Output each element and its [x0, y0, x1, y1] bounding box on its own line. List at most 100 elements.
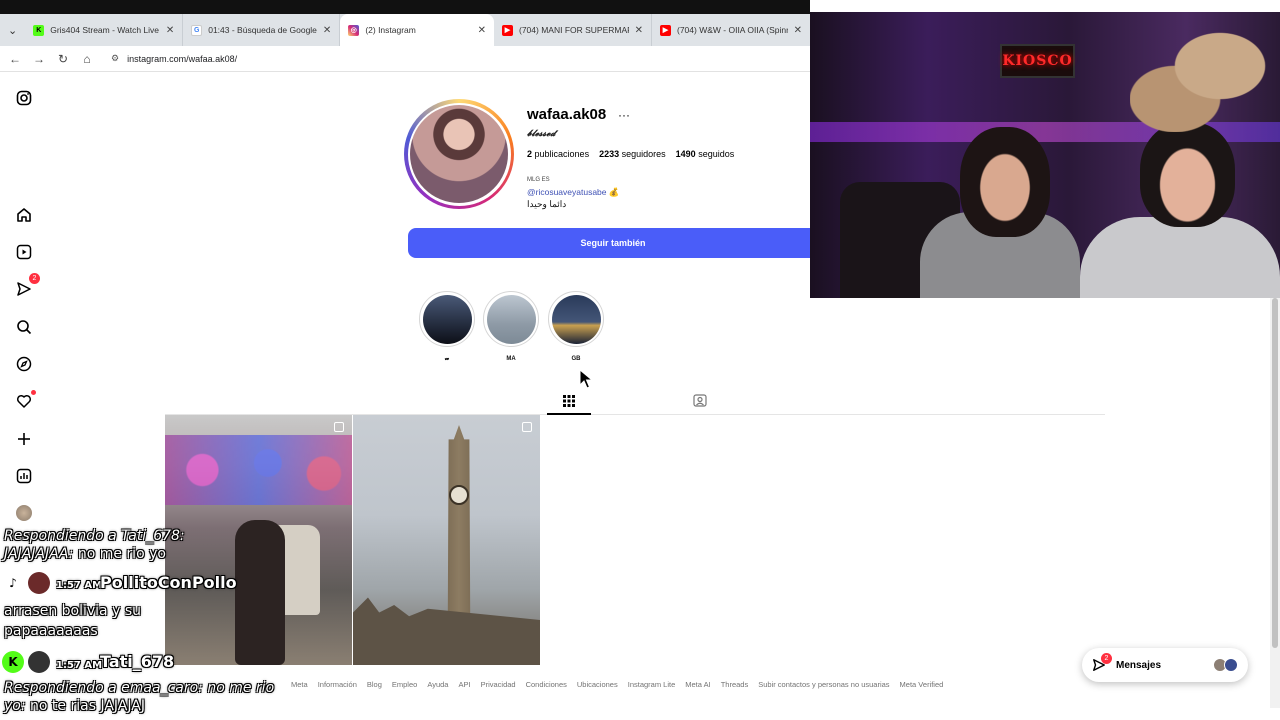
- create-icon[interactable]: [14, 429, 34, 449]
- page-scrollbar[interactable]: [1270, 298, 1280, 708]
- profile-photo: [410, 105, 508, 203]
- stream-chat-overlay: Respondiendo a Tati_678: JAJAJAJAA: no m…: [0, 525, 290, 720]
- tab-title: Gris404 Stream - Watch Live on: [50, 25, 160, 35]
- instagram-logo-icon[interactable]: [14, 88, 34, 108]
- highlight-item[interactable]: MA: [483, 291, 539, 362]
- reload-icon[interactable]: ↻: [51, 52, 75, 66]
- followers-stat[interactable]: 2233 seguidores: [599, 149, 666, 159]
- profile-username: wafaa.ak08: [527, 106, 607, 123]
- tab-search-chevron-icon[interactable]: ⌄: [0, 14, 25, 46]
- cat-image: [1130, 22, 1280, 132]
- tiktok-icon: ♪: [2, 572, 24, 594]
- messages-badge: 2: [29, 273, 40, 284]
- close-tab-icon[interactable]: ✕: [323, 25, 331, 36]
- chat-message: papaaaaaaas: [4, 623, 98, 639]
- close-tab-icon[interactable]: ✕: [794, 25, 802, 36]
- footer-link[interactable]: Instagram Lite: [628, 680, 676, 689]
- url-field[interactable]: ⚙ instagram.com/wafaa.ak08/: [111, 53, 237, 64]
- bio-mention-link[interactable]: @ricosuaveyatusabe 💰: [527, 187, 619, 198]
- tab-instagram[interactable]: ◎ (2) Instagram ✕: [340, 14, 494, 46]
- footer-link[interactable]: Threads: [721, 680, 749, 689]
- tab-title: (704) MANI FOR SUPERMARKE: [519, 25, 629, 35]
- chat-timestamp: 1:57 AM: [56, 580, 103, 591]
- profile-tagline: 𝓫𝓵𝓮𝓼𝓼𝓮𝓭: [527, 129, 556, 139]
- forward-icon[interactable]: →: [27, 52, 51, 66]
- footer-link[interactable]: Información: [318, 680, 357, 689]
- screen: ⌄ K Gris404 Stream - Watch Live on ✕ G 0…: [0, 0, 1280, 720]
- webcam-overlay: KIOSCO: [810, 12, 1280, 298]
- reels-icon[interactable]: [14, 242, 34, 262]
- close-tab-icon[interactable]: ✕: [478, 25, 486, 36]
- explore-icon[interactable]: [14, 354, 34, 374]
- highlight-label: MA: [506, 356, 516, 362]
- more-options-icon[interactable]: ···: [618, 108, 630, 122]
- site-info-icon[interactable]: ⚙: [111, 53, 119, 64]
- post-image: [165, 435, 352, 505]
- back-icon[interactable]: ←: [3, 52, 27, 66]
- close-tab-icon[interactable]: ✕: [166, 25, 174, 36]
- search-icon[interactable]: [14, 317, 34, 337]
- address-bar: ← → ↻ ⌂ ⚙ instagram.com/wafaa.ak08/: [0, 46, 810, 72]
- tab-kick[interactable]: K Gris404 Stream - Watch Live on ✕: [25, 14, 184, 46]
- highlight-item[interactable]: 𝔀: [419, 291, 475, 363]
- footer-link[interactable]: Meta AI: [685, 680, 710, 689]
- avatar: [28, 572, 50, 594]
- kick-icon: K: [2, 651, 24, 673]
- highlight-label: GB: [571, 356, 581, 362]
- google-favicon-icon: G: [191, 24, 203, 36]
- footer-links: Meta Información Blog Empleo Ayuda API P…: [291, 680, 943, 689]
- notifications-icon[interactable]: [14, 390, 36, 411]
- dashboard-icon[interactable]: [14, 466, 34, 486]
- tab-youtube-1[interactable]: ▶ (704) MANI FOR SUPERMARKE ✕: [494, 14, 652, 46]
- bio-text: دائما وحيدا: [527, 199, 567, 209]
- tab-title: (2) Instagram: [365, 25, 416, 35]
- tagged-tab[interactable]: [690, 390, 710, 410]
- scrollbar-thumb[interactable]: [1272, 298, 1278, 648]
- mouse-cursor-icon: [579, 369, 593, 389]
- post-thumbnail[interactable]: [353, 415, 540, 665]
- footer-link[interactable]: Condiciones: [526, 680, 567, 689]
- youtube-favicon-icon: ▶: [502, 24, 513, 36]
- profile-avatar-icon[interactable]: [14, 503, 34, 523]
- highlight-item[interactable]: GB: [548, 291, 604, 362]
- neon-sign: KIOSCO: [1000, 44, 1075, 78]
- top-strip: [0, 0, 810, 14]
- messages-pill[interactable]: 2 Mensajes: [1082, 648, 1248, 682]
- bio-category: MLG ES: [527, 177, 550, 183]
- tab-title: (704) W&W - OIIA OIIA (Spinn: [677, 25, 788, 35]
- messages-label: Mensajes: [1116, 659, 1162, 671]
- footer-link[interactable]: Privacidad: [481, 680, 516, 689]
- footer-link[interactable]: API: [458, 680, 470, 689]
- following-stat[interactable]: 1490 seguidos: [676, 149, 735, 159]
- messages-icon: 2: [1092, 653, 1112, 672]
- profile-stats: 2 publicaciones 2233 seguidores 1490 seg…: [527, 149, 734, 159]
- home-icon[interactable]: ⌂: [75, 52, 99, 66]
- footer-link[interactable]: Ayuda: [427, 680, 448, 689]
- instagram-favicon-icon: ◎: [348, 24, 360, 36]
- footer-link[interactable]: Empleo: [392, 680, 417, 689]
- tab-google[interactable]: G 01:43 - Búsqueda de Google ✕: [183, 14, 341, 46]
- footer-link[interactable]: Meta Verified: [900, 680, 944, 689]
- profile-avatar[interactable]: [404, 99, 514, 209]
- chat-message: yo: no te rias JAJAJAJ: [4, 698, 145, 714]
- chat-timestamp: 1:57 AM: [56, 660, 103, 671]
- tab-youtube-2[interactable]: ▶ (704) W&W - OIIA OIIA (Spinn ✕: [652, 14, 810, 46]
- footer-link[interactable]: Blog: [367, 680, 382, 689]
- footer-link[interactable]: Meta: [291, 680, 308, 689]
- posts-stat[interactable]: 2 publicaciones: [527, 149, 589, 159]
- chat-reply-header: Respondiendo a emaa_caro: no me rio: [4, 680, 275, 696]
- tab-title: 01:43 - Búsqueda de Google: [208, 25, 317, 35]
- chat-username: PollitoConPollo: [100, 573, 237, 592]
- chat-message: arrasen bolivia y su: [4, 603, 141, 619]
- messages-icon[interactable]: 2: [14, 273, 40, 299]
- home-icon[interactable]: [14, 205, 34, 225]
- close-tab-icon[interactable]: ✕: [635, 25, 643, 36]
- kick-favicon-icon: K: [33, 24, 45, 36]
- grid-icon: [563, 394, 575, 407]
- chat-message: JAJAJAJAA: no me rio yo: [4, 546, 166, 562]
- carousel-icon: [334, 422, 344, 432]
- posts-grid-tab[interactable]: [547, 388, 591, 415]
- footer-link[interactable]: Subir contactos y personas no usuarias: [758, 680, 889, 689]
- footer-link[interactable]: Ubicaciones: [577, 680, 618, 689]
- follow-back-button[interactable]: Seguir también: [408, 228, 818, 258]
